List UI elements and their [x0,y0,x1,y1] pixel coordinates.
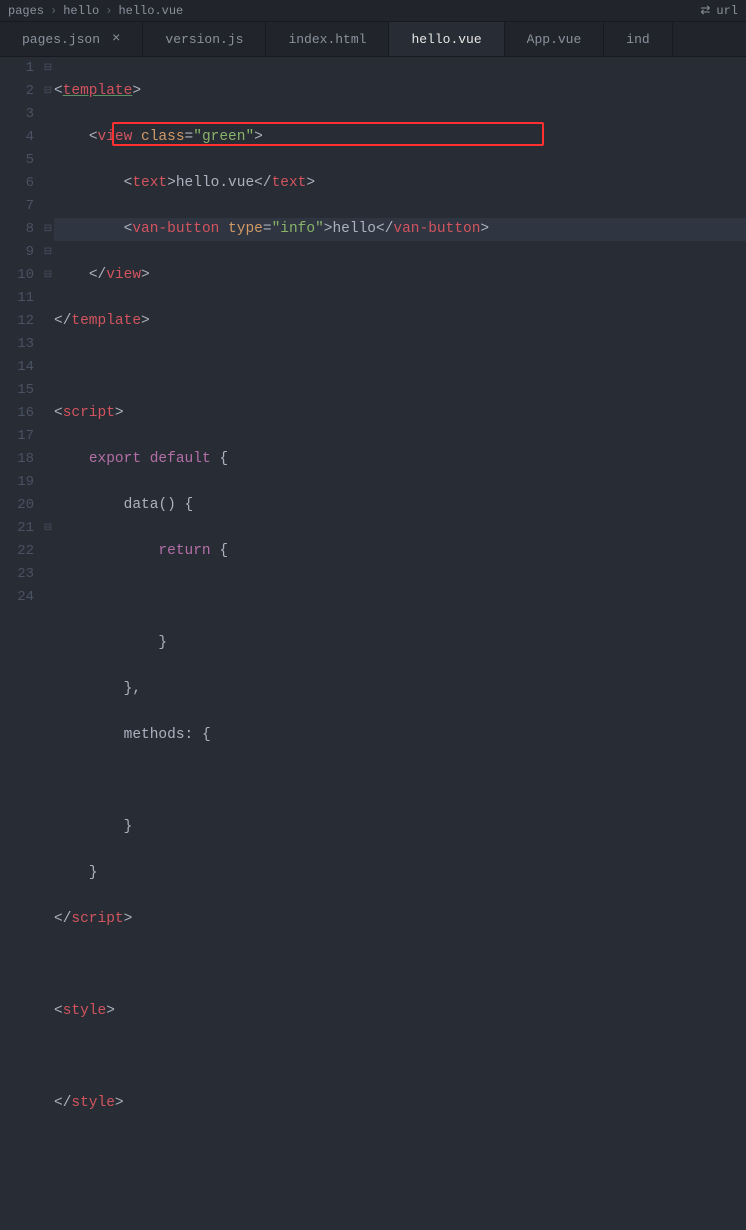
breadcrumb-root[interactable]: pages [8,4,44,18]
code-area[interactable]: <template> <view class="green"> <text>he… [54,57,746,627]
breadcrumb-file[interactable]: hello.vue [118,4,183,18]
editor-tabs: pages.json × version.js index.html hello… [0,22,746,57]
tab-overflow[interactable]: ind [604,22,672,56]
code-editor[interactable]: 123456789101112131415161718192021222324 … [0,57,746,627]
breadcrumb-folder[interactable]: hello [63,4,99,18]
url-search[interactable]: ⇄ url [700,3,738,18]
close-icon[interactable]: × [112,31,120,47]
tab-label: App.vue [527,32,582,47]
tab-label: pages.json [22,32,100,47]
tab-app-vue[interactable]: App.vue [505,22,605,56]
tab-label: index.html [288,32,366,47]
tab-label: ind [626,32,649,47]
url-label: url [716,4,738,18]
line-gutter: 123456789101112131415161718192021222324 [0,57,42,627]
tab-pages-json[interactable]: pages.json × [0,22,143,56]
tab-label: version.js [165,32,243,47]
breadcrumb: pages › hello › hello.vue ⇄ url [0,0,746,22]
search-icon: ⇄ [700,3,710,18]
chevron-right-icon: › [105,4,112,18]
chevron-right-icon: › [50,4,57,18]
fold-column: ⊟⊟⊟⊟⊟⊟ [42,57,54,627]
tab-hello-vue[interactable]: hello.vue [389,22,504,56]
tab-version-js[interactable]: version.js [143,22,266,56]
tab-index-html[interactable]: index.html [266,22,389,56]
tab-label: hello.vue [411,32,481,47]
